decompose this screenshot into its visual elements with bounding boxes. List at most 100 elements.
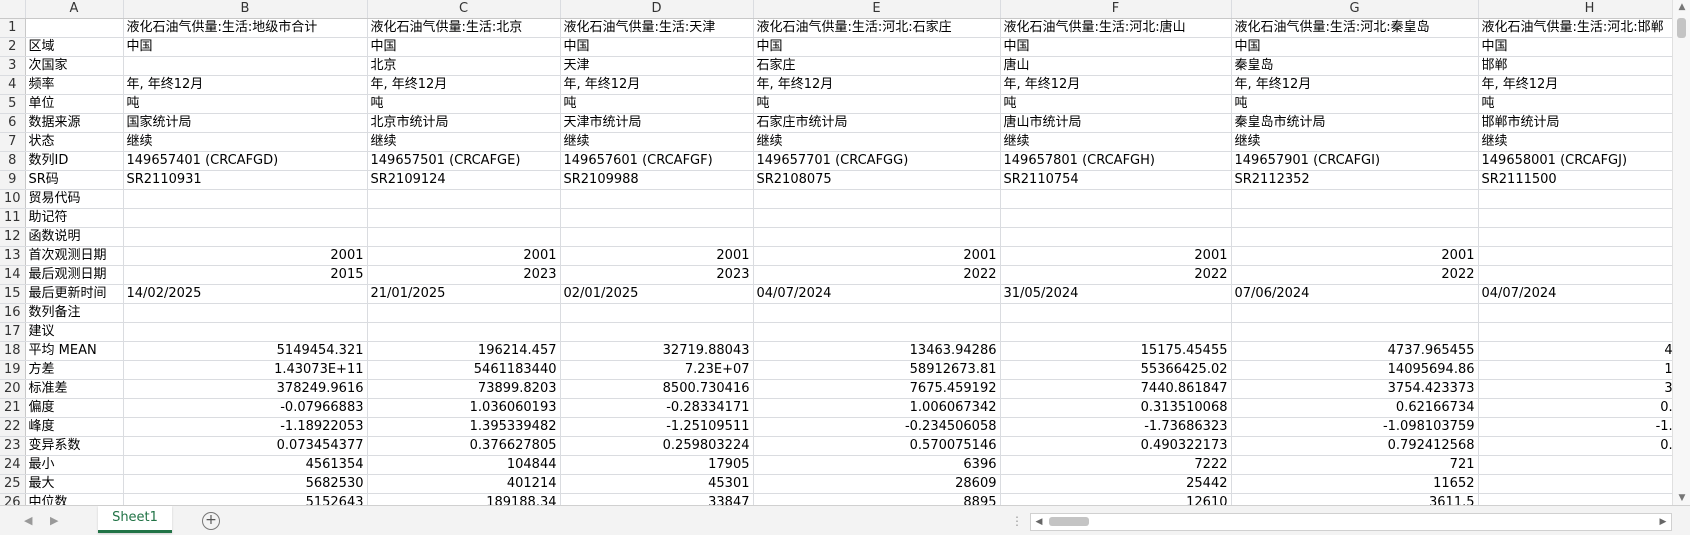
cell-h13[interactable] [1478, 246, 1672, 266]
cell-g10[interactable] [1231, 189, 1479, 209]
cell-e7[interactable]: 继续 [753, 132, 1001, 152]
cell-d20[interactable]: 8500.730416 [560, 379, 754, 399]
tab-splitter-icon[interactable]: ⋮ [1011, 514, 1023, 528]
cell-e14[interactable]: 2022 [753, 265, 1001, 285]
cell-g21[interactable]: 0.62166734 [1231, 398, 1479, 418]
cell-h7[interactable]: 继续 [1478, 132, 1672, 152]
cell-f15[interactable]: 31/05/2024 [1000, 284, 1232, 304]
cell-c20[interactable]: 73899.8203 [367, 379, 561, 399]
cell-c8[interactable]: 149657501 (CRCAFGE) [367, 151, 561, 171]
cell-a17[interactable]: 建议 [25, 322, 124, 342]
cell-a22[interactable]: 峰度 [25, 417, 124, 437]
cell-b1[interactable]: 液化石油气供量:生活:地级市合计 [123, 18, 368, 38]
cell-b12[interactable] [123, 227, 368, 247]
cell-g24[interactable]: 721 [1231, 455, 1479, 475]
cell-f25[interactable]: 25442 [1000, 474, 1232, 494]
cell-h8[interactable]: 149658001 (CRCAFGJ) [1478, 151, 1672, 171]
cell-h6[interactable]: 邯郸市统计局 [1478, 113, 1672, 133]
cell-h18[interactable]: 4383 [1478, 341, 1672, 361]
cell-f5[interactable]: 吨 [1000, 94, 1232, 114]
cell-f1[interactable]: 液化石油气供量:生活:河北:唐山 [1000, 18, 1232, 38]
cell-h24[interactable] [1478, 455, 1672, 475]
cell-f16[interactable] [1000, 303, 1232, 323]
cell-d13[interactable]: 2001 [560, 246, 754, 266]
scroll-up-icon[interactable]: ▲ [1673, 0, 1690, 14]
cell-c25[interactable]: 401214 [367, 474, 561, 494]
row-header[interactable]: 3 [0, 56, 26, 76]
cell-g16[interactable] [1231, 303, 1479, 323]
cell-c24[interactable]: 104844 [367, 455, 561, 475]
cell-g8[interactable]: 149657901 (CRCAFGI) [1231, 151, 1479, 171]
cell-e25[interactable]: 28609 [753, 474, 1001, 494]
cell-g17[interactable] [1231, 322, 1479, 342]
cell-f13[interactable]: 2001 [1000, 246, 1232, 266]
cell-h10[interactable] [1478, 189, 1672, 209]
cell-b20[interactable]: 378249.9616 [123, 379, 368, 399]
cell-h1[interactable]: 液化石油气供量:生活:河北:邯郸 [1478, 18, 1672, 38]
cell-c26[interactable]: 189188.34 [367, 493, 561, 505]
cell-a25[interactable]: 最大 [25, 474, 124, 494]
cell-a18[interactable]: 平均 MEAN [25, 341, 124, 361]
cell-h2[interactable]: 中国 [1478, 37, 1672, 57]
cell-b6[interactable]: 国家统计局 [123, 113, 368, 133]
cell-d25[interactable]: 45301 [560, 474, 754, 494]
cell-f7[interactable]: 继续 [1000, 132, 1232, 152]
row-header[interactable]: 17 [0, 322, 26, 342]
cell-h25[interactable] [1478, 474, 1672, 494]
cell-d10[interactable] [560, 189, 754, 209]
cell-e17[interactable] [753, 322, 1001, 342]
row-header[interactable]: 25 [0, 474, 26, 494]
row-header[interactable]: 1 [0, 18, 26, 38]
cell-f12[interactable] [1000, 227, 1232, 247]
cell-e4[interactable]: 年, 年终12月 [753, 75, 1001, 95]
row-header[interactable]: 26 [0, 493, 26, 505]
cell-e20[interactable]: 7675.459192 [753, 379, 1001, 399]
cell-b24[interactable]: 4561354 [123, 455, 368, 475]
cell-d12[interactable] [560, 227, 754, 247]
cell-f19[interactable]: 55366425.02 [1000, 360, 1232, 380]
cell-a19[interactable]: 方差 [25, 360, 124, 380]
column-header-b[interactable]: B [123, 0, 368, 19]
cell-h5[interactable]: 吨 [1478, 94, 1672, 114]
cell-h17[interactable] [1478, 322, 1672, 342]
cell-e26[interactable]: 8895 [753, 493, 1001, 505]
cell-d4[interactable]: 年, 年终12月 [560, 75, 754, 95]
column-header-c[interactable]: C [367, 0, 561, 19]
cell-f8[interactable]: 149657801 (CRCAFGH) [1000, 151, 1232, 171]
cell-a10[interactable]: 贸易代码 [25, 189, 124, 209]
cell-h11[interactable] [1478, 208, 1672, 228]
row-header[interactable]: 12 [0, 227, 26, 247]
cell-c5[interactable]: 吨 [367, 94, 561, 114]
horizontal-scrollbar[interactable]: ◀ ▶ [1030, 513, 1672, 531]
cell-f2[interactable]: 中国 [1000, 37, 1232, 57]
cell-b5[interactable]: 吨 [123, 94, 368, 114]
cell-e21[interactable]: 1.006067342 [753, 398, 1001, 418]
cell-d21[interactable]: -0.28334171 [560, 398, 754, 418]
cell-b3[interactable] [123, 56, 368, 76]
cell-f26[interactable]: 12610 [1000, 493, 1232, 505]
cell-a3[interactable]: 次国家 [25, 56, 124, 76]
cell-c15[interactable]: 21/01/2025 [367, 284, 561, 304]
cell-f9[interactable]: SR2110754 [1000, 170, 1232, 190]
cell-d5[interactable]: 吨 [560, 94, 754, 114]
column-header-d[interactable]: D [560, 0, 754, 19]
cell-e5[interactable]: 吨 [753, 94, 1001, 114]
cell-d7[interactable]: 继续 [560, 132, 754, 152]
cell-a24[interactable]: 最小 [25, 455, 124, 475]
cell-c14[interactable]: 2023 [367, 265, 561, 285]
cell-f4[interactable]: 年, 年终12月 [1000, 75, 1232, 95]
cell-e10[interactable] [753, 189, 1001, 209]
cell-b16[interactable] [123, 303, 368, 323]
cell-d15[interactable]: 02/01/2025 [560, 284, 754, 304]
cell-d26[interactable]: 33847 [560, 493, 754, 505]
cell-g20[interactable]: 3754.423373 [1231, 379, 1479, 399]
cell-e12[interactable] [753, 227, 1001, 247]
cell-h4[interactable]: 年, 年终12月 [1478, 75, 1672, 95]
cell-b13[interactable]: 2001 [123, 246, 368, 266]
cell-h21[interactable]: 0.157 [1478, 398, 1672, 418]
cell-d8[interactable]: 149657601 (CRCAFGF) [560, 151, 754, 171]
cell-g5[interactable]: 吨 [1231, 94, 1479, 114]
cell-h14[interactable] [1478, 265, 1672, 285]
row-header[interactable]: 20 [0, 379, 26, 399]
sheet-tab-sheet1[interactable]: Sheet1 [98, 506, 172, 533]
